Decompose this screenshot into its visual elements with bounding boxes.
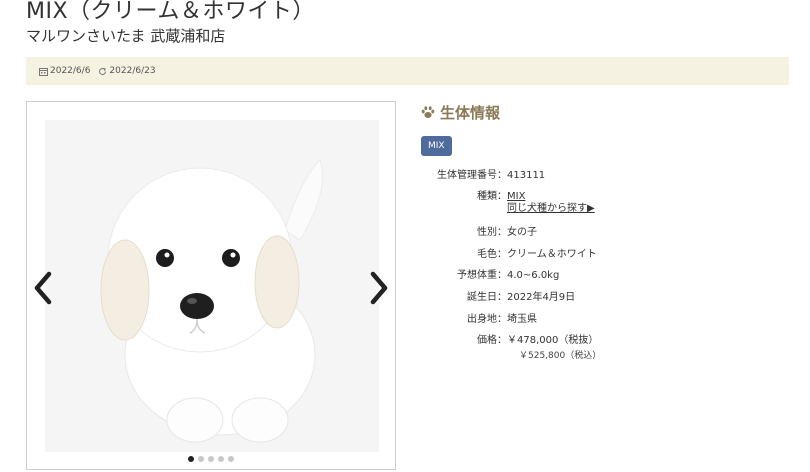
row-origin: 出身地： 埼玉県 xyxy=(421,314,537,326)
chevron-right-icon xyxy=(370,271,388,305)
date-bar: 2022/6/6 2022/6/23 xyxy=(26,57,789,85)
row-weight-value: 4.0~6.0kg xyxy=(507,270,560,281)
price-tax-included: ￥525,800（税込） xyxy=(519,351,602,361)
row-sex-value: 女の子 xyxy=(507,227,537,238)
row-id-label: 生体管理番号： xyxy=(437,170,507,181)
shop-name: マルワンさいたま 武蔵浦和店 xyxy=(26,27,226,45)
paw-icon xyxy=(421,105,435,118)
row-weight-label: 予想体重： xyxy=(457,270,507,281)
prev-slide-button[interactable] xyxy=(29,268,57,308)
row-birthday-value: 2022年4月9日 xyxy=(507,292,576,303)
row-id-value: 413111 xyxy=(507,170,546,181)
slide-dot-1[interactable] xyxy=(188,456,194,462)
slide-dot-3[interactable] xyxy=(208,456,214,462)
row-origin-label: 出身地： xyxy=(467,314,507,325)
pet-info-panel: 生体情報 MIX 生体管理番号： 413111 種類： MIX 同じ犬種から探す… xyxy=(421,100,791,361)
row-price: 価格： ￥478,000（税抜） xyxy=(421,335,598,347)
chevron-left-icon xyxy=(34,271,52,305)
row-id: 生体管理番号： 413111 xyxy=(421,170,545,182)
row-sex: 性別： 女の子 xyxy=(421,227,537,239)
row-color: 毛色： クリーム＆ホワイト xyxy=(421,249,597,261)
row-breed-label: 種類： xyxy=(477,191,507,202)
page-title: MIX（クリーム＆ホワイト） xyxy=(26,0,315,24)
updated-date-text: 2022/6/23 xyxy=(109,66,156,76)
next-slide-button[interactable] xyxy=(365,268,393,308)
slide-dot-5[interactable] xyxy=(228,456,234,462)
row-color-label: 毛色： xyxy=(477,249,507,260)
puppy-photo xyxy=(45,120,379,452)
refresh-icon xyxy=(99,67,107,75)
updated-date: 2022/6/23 xyxy=(98,66,156,76)
puppy-illustration xyxy=(45,120,379,452)
row-sex-label: 性別： xyxy=(477,227,507,238)
row-origin-value: 埼玉県 xyxy=(507,314,537,325)
row-color-value: クリーム＆ホワイト xyxy=(507,249,597,260)
row-breed-value: MIX 同じ犬種から探す▶ xyxy=(507,191,595,215)
same-breed-search-link[interactable]: 同じ犬種から探す▶ xyxy=(507,203,595,214)
row-weight: 予想体重： 4.0~6.0kg xyxy=(421,270,559,282)
info-heading: 生体情報 xyxy=(421,100,791,124)
row-price-value: ￥478,000（税抜） xyxy=(507,335,599,346)
slide-dot-2[interactable] xyxy=(198,456,204,462)
breed-link[interactable]: MIX xyxy=(507,191,525,202)
info-heading-text: 生体情報 xyxy=(440,103,501,122)
row-birthday: 誕生日： 2022年4月9日 xyxy=(421,292,575,304)
slide-dots xyxy=(27,456,395,462)
posted-date: 2022/6/6 xyxy=(39,66,90,76)
posted-date-text: 2022/6/6 xyxy=(50,66,91,76)
row-birthday-label: 誕生日： xyxy=(467,292,507,303)
row-breed: 種類： MIX 同じ犬種から探す▶ xyxy=(421,191,595,215)
row-price-label: 価格： xyxy=(477,335,507,346)
slide-dot-4[interactable] xyxy=(218,456,224,462)
calendar-icon xyxy=(39,67,48,76)
photo-slider[interactable] xyxy=(26,101,396,470)
breed-tag[interactable]: MIX xyxy=(421,136,452,156)
